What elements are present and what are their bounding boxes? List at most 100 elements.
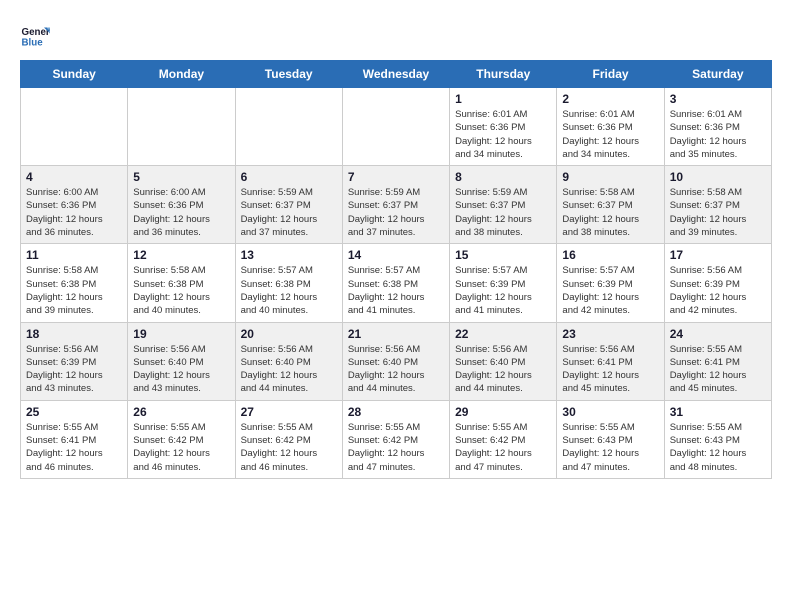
day-info: Sunrise: 5:55 AM Sunset: 6:43 PM Dayligh… bbox=[670, 421, 766, 474]
day-info: Sunrise: 6:00 AM Sunset: 6:36 PM Dayligh… bbox=[133, 186, 229, 239]
day-info: Sunrise: 5:58 AM Sunset: 6:38 PM Dayligh… bbox=[26, 264, 122, 317]
calendar-cell: 19 Sunrise: 5:56 AM Sunset: 6:40 PM Dayli… bbox=[128, 322, 235, 400]
day-info: Sunrise: 5:55 AM Sunset: 6:43 PM Dayligh… bbox=[562, 421, 658, 474]
day-info: Sunrise: 6:01 AM Sunset: 6:36 PM Dayligh… bbox=[562, 108, 658, 161]
calendar-cell: 14 Sunrise: 5:57 AM Sunset: 6:38 PM Dayli… bbox=[342, 244, 449, 322]
calendar-cell: 16 Sunrise: 5:57 AM Sunset: 6:39 PM Dayli… bbox=[557, 244, 664, 322]
day-number: 21 bbox=[348, 327, 444, 341]
svg-text:Blue: Blue bbox=[22, 38, 44, 49]
day-number: 31 bbox=[670, 405, 766, 419]
day-number: 22 bbox=[455, 327, 551, 341]
weekday-header: Saturday bbox=[664, 61, 771, 88]
day-number: 15 bbox=[455, 248, 551, 262]
day-info: Sunrise: 5:57 AM Sunset: 6:39 PM Dayligh… bbox=[562, 264, 658, 317]
calendar-cell: 28 Sunrise: 5:55 AM Sunset: 6:42 PM Dayli… bbox=[342, 400, 449, 478]
day-info: Sunrise: 5:58 AM Sunset: 6:38 PM Dayligh… bbox=[133, 264, 229, 317]
weekday-header: Monday bbox=[128, 61, 235, 88]
day-info: Sunrise: 6:01 AM Sunset: 6:36 PM Dayligh… bbox=[455, 108, 551, 161]
calendar-cell: 22 Sunrise: 5:56 AM Sunset: 6:40 PM Dayli… bbox=[450, 322, 557, 400]
day-info: Sunrise: 6:01 AM Sunset: 6:36 PM Dayligh… bbox=[670, 108, 766, 161]
day-number: 1 bbox=[455, 92, 551, 106]
day-number: 10 bbox=[670, 170, 766, 184]
day-info: Sunrise: 5:59 AM Sunset: 6:37 PM Dayligh… bbox=[241, 186, 337, 239]
day-number: 27 bbox=[241, 405, 337, 419]
day-number: 6 bbox=[241, 170, 337, 184]
weekday-header: Wednesday bbox=[342, 61, 449, 88]
calendar-cell: 26 Sunrise: 5:55 AM Sunset: 6:42 PM Dayli… bbox=[128, 400, 235, 478]
day-number: 16 bbox=[562, 248, 658, 262]
day-info: Sunrise: 5:56 AM Sunset: 6:40 PM Dayligh… bbox=[133, 343, 229, 396]
calendar-week-row: 11Sunrise: 5:58 AM Sunset: 6:38 PM Dayli… bbox=[21, 244, 772, 322]
logo: General Blue bbox=[20, 20, 50, 50]
calendar-cell: 30 Sunrise: 5:55 AM Sunset: 6:43 PM Dayli… bbox=[557, 400, 664, 478]
day-number: 9 bbox=[562, 170, 658, 184]
calendar-table: SundayMondayTuesdayWednesdayThursdayFrid… bbox=[20, 60, 772, 479]
day-number: 26 bbox=[133, 405, 229, 419]
day-info: Sunrise: 5:55 AM Sunset: 6:42 PM Dayligh… bbox=[133, 421, 229, 474]
day-info: Sunrise: 5:56 AM Sunset: 6:40 PM Dayligh… bbox=[241, 343, 337, 396]
weekday-header: Tuesday bbox=[235, 61, 342, 88]
day-info: Sunrise: 5:55 AM Sunset: 6:42 PM Dayligh… bbox=[241, 421, 337, 474]
weekday-header: Sunday bbox=[21, 61, 128, 88]
calendar-cell: 13Sunrise: 5:57 AM Sunset: 6:38 PM Dayli… bbox=[235, 244, 342, 322]
calendar-cell: 12 Sunrise: 5:58 AM Sunset: 6:38 PM Dayli… bbox=[128, 244, 235, 322]
calendar-cell: 20Sunrise: 5:56 AM Sunset: 6:40 PM Dayli… bbox=[235, 322, 342, 400]
day-number: 19 bbox=[133, 327, 229, 341]
day-info: Sunrise: 5:55 AM Sunset: 6:42 PM Dayligh… bbox=[348, 421, 444, 474]
day-info: Sunrise: 5:56 AM Sunset: 6:40 PM Dayligh… bbox=[455, 343, 551, 396]
day-info: Sunrise: 5:56 AM Sunset: 6:40 PM Dayligh… bbox=[348, 343, 444, 396]
calendar-cell: 7Sunrise: 5:59 AM Sunset: 6:37 PM Daylig… bbox=[342, 166, 449, 244]
day-number: 25 bbox=[26, 405, 122, 419]
calendar-cell bbox=[342, 88, 449, 166]
day-number: 30 bbox=[562, 405, 658, 419]
calendar-cell bbox=[21, 88, 128, 166]
day-info: Sunrise: 5:55 AM Sunset: 6:41 PM Dayligh… bbox=[670, 343, 766, 396]
day-number: 4 bbox=[26, 170, 122, 184]
calendar-cell: 2 Sunrise: 6:01 AM Sunset: 6:36 PM Daylig… bbox=[557, 88, 664, 166]
day-number: 2 bbox=[562, 92, 658, 106]
calendar-cell: 9Sunrise: 5:58 AM Sunset: 6:37 PM Daylig… bbox=[557, 166, 664, 244]
day-number: 28 bbox=[348, 405, 444, 419]
day-number: 18 bbox=[26, 327, 122, 341]
calendar-cell: 21 Sunrise: 5:56 AM Sunset: 6:40 PM Dayli… bbox=[342, 322, 449, 400]
day-number: 23 bbox=[562, 327, 658, 341]
day-info: Sunrise: 5:56 AM Sunset: 6:39 PM Dayligh… bbox=[670, 264, 766, 317]
calendar-cell: 6 Sunrise: 5:59 AM Sunset: 6:37 PM Daylig… bbox=[235, 166, 342, 244]
calendar-cell: 10Sunrise: 5:58 AM Sunset: 6:37 PM Dayli… bbox=[664, 166, 771, 244]
day-info: Sunrise: 5:56 AM Sunset: 6:39 PM Dayligh… bbox=[26, 343, 122, 396]
calendar-week-row: 18 Sunrise: 5:56 AM Sunset: 6:39 PM Dayli… bbox=[21, 322, 772, 400]
page-header: General Blue bbox=[20, 20, 772, 50]
weekday-header-row: SundayMondayTuesdayWednesdayThursdayFrid… bbox=[21, 61, 772, 88]
calendar-cell: 15 Sunrise: 5:57 AM Sunset: 6:39 PM Dayli… bbox=[450, 244, 557, 322]
day-number: 17 bbox=[670, 248, 766, 262]
calendar-cell: 25 Sunrise: 5:55 AM Sunset: 6:41 PM Dayli… bbox=[21, 400, 128, 478]
calendar-cell bbox=[235, 88, 342, 166]
calendar-cell: 27 Sunrise: 5:55 AM Sunset: 6:42 PM Dayli… bbox=[235, 400, 342, 478]
calendar-cell: 4Sunrise: 6:00 AM Sunset: 6:36 PM Daylig… bbox=[21, 166, 128, 244]
weekday-header: Friday bbox=[557, 61, 664, 88]
day-number: 3 bbox=[670, 92, 766, 106]
day-number: 12 bbox=[133, 248, 229, 262]
calendar-cell: 24 Sunrise: 5:55 AM Sunset: 6:41 PM Dayli… bbox=[664, 322, 771, 400]
day-info: Sunrise: 5:57 AM Sunset: 6:38 PM Dayligh… bbox=[241, 264, 337, 317]
calendar-cell: 29Sunrise: 5:55 AM Sunset: 6:42 PM Dayli… bbox=[450, 400, 557, 478]
day-number: 7 bbox=[348, 170, 444, 184]
calendar-cell: 18 Sunrise: 5:56 AM Sunset: 6:39 PM Dayli… bbox=[21, 322, 128, 400]
calendar-cell: 1 Sunrise: 6:01 AM Sunset: 6:36 PM Daylig… bbox=[450, 88, 557, 166]
day-info: Sunrise: 5:59 AM Sunset: 6:37 PM Dayligh… bbox=[455, 186, 551, 239]
calendar-cell: 31 Sunrise: 5:55 AM Sunset: 6:43 PM Dayli… bbox=[664, 400, 771, 478]
day-info: Sunrise: 5:55 AM Sunset: 6:42 PM Dayligh… bbox=[455, 421, 551, 474]
day-info: Sunrise: 5:57 AM Sunset: 6:39 PM Dayligh… bbox=[455, 264, 551, 317]
logo-icon: General Blue bbox=[20, 20, 50, 50]
day-info: Sunrise: 5:55 AM Sunset: 6:41 PM Dayligh… bbox=[26, 421, 122, 474]
day-number: 24 bbox=[670, 327, 766, 341]
calendar-cell: 23 Sunrise: 5:56 AM Sunset: 6:41 PM Dayli… bbox=[557, 322, 664, 400]
day-number: 14 bbox=[348, 248, 444, 262]
day-number: 8 bbox=[455, 170, 551, 184]
day-info: Sunrise: 5:56 AM Sunset: 6:41 PM Dayligh… bbox=[562, 343, 658, 396]
day-info: Sunrise: 5:57 AM Sunset: 6:38 PM Dayligh… bbox=[348, 264, 444, 317]
calendar-cell: 17 Sunrise: 5:56 AM Sunset: 6:39 PM Dayli… bbox=[664, 244, 771, 322]
calendar-week-row: 25 Sunrise: 5:55 AM Sunset: 6:41 PM Dayli… bbox=[21, 400, 772, 478]
day-number: 5 bbox=[133, 170, 229, 184]
calendar-cell: 3 Sunrise: 6:01 AM Sunset: 6:36 PM Daylig… bbox=[664, 88, 771, 166]
